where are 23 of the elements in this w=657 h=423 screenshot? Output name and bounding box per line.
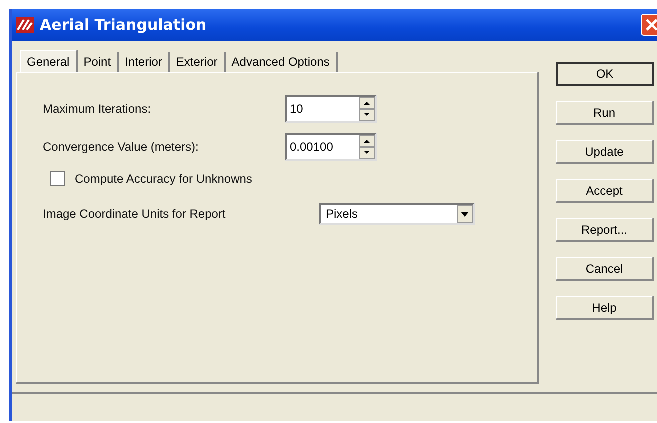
close-button[interactable] [641, 14, 657, 36]
field-label: Maximum Iterations: [43, 102, 152, 116]
logo-icon [16, 17, 34, 33]
spin-field[interactable]: 10 [285, 95, 377, 123]
dropdown-label: Image Coordinate Units for Report [43, 207, 227, 221]
units-dropdown[interactable]: Pixels [319, 203, 475, 225]
close-icon [645, 18, 657, 32]
dialog-button[interactable]: Update [556, 140, 654, 164]
dialog-button[interactable]: Help [556, 296, 654, 320]
dialog-button[interactable]: Accept [556, 179, 654, 203]
dialog-button[interactable]: OK [556, 62, 654, 86]
dropdown-arrow-icon [461, 212, 469, 216]
dialog-button[interactable]: Run [556, 101, 654, 125]
checkbox-label: Compute Accuracy for Unknowns [75, 172, 252, 186]
window-title: Aerial Triangulation [40, 16, 207, 34]
field-label: Convergence Value (meters): [43, 140, 200, 154]
checkbox[interactable] [50, 171, 65, 186]
dialog-button[interactable]: Report... [556, 218, 654, 242]
tab[interactable]: General [20, 50, 78, 72]
dialog-button[interactable]: Cancel [556, 257, 654, 281]
spin-arrows-icon[interactable] [359, 135, 375, 159]
spin-field[interactable]: 0.00100 [285, 133, 377, 161]
spin-arrows-icon[interactable] [359, 97, 375, 121]
